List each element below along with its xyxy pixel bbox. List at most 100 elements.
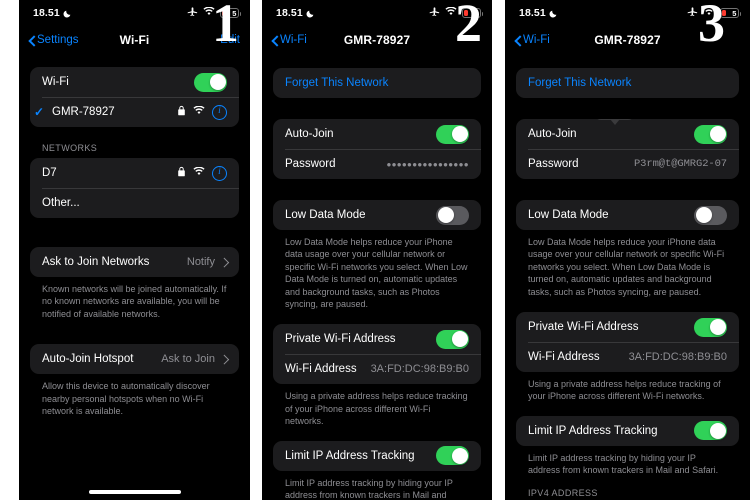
private-wifi-address-row[interactable]: Private Wi-Fi Address (273, 324, 481, 354)
step-number-2: 2 (455, 0, 482, 53)
private-wifi-address-row[interactable]: Private Wi-Fi Address (516, 312, 739, 342)
password-value: P3rm@t@GMRG2-07 (633, 158, 727, 170)
wifi-signal-icon (193, 105, 205, 118)
clock-time: 18.51 (33, 7, 60, 19)
limit-ip-tracking-row[interactable]: Limit IP Address Tracking (516, 416, 739, 446)
limit-ip-tracking-footnote: Limit IP address tracking by hiding your… (285, 477, 453, 500)
connected-network-row[interactable]: ✓ GMR-78927 i (30, 97, 239, 127)
phone-screen-2: 18.51 5 Wi-Fi GMR-78927 Forget This Netw… (262, 0, 492, 500)
private-wifi-address-label: Private Wi-Fi Address (528, 321, 639, 334)
networks-group: D7 i Other... (30, 158, 239, 218)
auto-join-label: Auto-Join (528, 128, 577, 140)
info-icon[interactable]: i (212, 104, 227, 120)
ask-to-join-value: Notify (186, 256, 215, 268)
home-indicator[interactable] (88, 490, 181, 494)
private-wifi-address-toggle[interactable] (694, 317, 727, 337)
low-data-mode-toggle[interactable] (436, 205, 469, 225)
wifi-address-label: Wi-Fi Address (285, 363, 357, 376)
auto-join-row[interactable]: Auto-Join (273, 119, 481, 149)
auto-join-toggle[interactable] (694, 124, 727, 144)
settings-content: Forget This Network Auto-Join Password •… (262, 68, 492, 500)
wifi-label: Wi-Fi (42, 76, 69, 88)
forget-network-row[interactable]: Forget This Network (273, 68, 481, 98)
low-data-mode-group: Low Data Mode (273, 200, 481, 230)
low-data-mode-toggle[interactable] (694, 205, 727, 225)
airplane-mode-icon (687, 6, 698, 20)
back-button-wifi[interactable]: Wi-Fi (272, 34, 307, 46)
network-row-d7[interactable]: D7 i (30, 158, 239, 188)
low-data-mode-row[interactable]: Low Data Mode (516, 200, 739, 230)
password-row[interactable]: Password •••••••••••••••• (273, 149, 481, 179)
lock-icon (177, 105, 186, 119)
clock-time: 18.51 (276, 7, 303, 19)
networks-section-header: NETWORKS (42, 143, 98, 153)
forget-network-group: Forget This Network (516, 68, 739, 98)
wifi-address-value: 3A:FD:DC:98:B9:B0 (370, 363, 469, 376)
back-button-label: Wi-Fi (523, 34, 550, 46)
chevron-left-icon (515, 35, 521, 45)
auto-join-password-group: Auto-Join Password •••••••••••••••• (273, 119, 481, 179)
wifi-address-row[interactable]: Wi-Fi Address 3A:FD:DC:98:B9:B0 (516, 342, 739, 372)
auto-join-toggle[interactable] (436, 124, 469, 144)
crescent-moon-icon (63, 9, 72, 18)
clock-time: 18.51 (519, 7, 546, 19)
auto-join-label: Auto-Join (285, 128, 334, 140)
crescent-moon-icon (549, 9, 558, 18)
ask-to-join-label: Ask to Join Networks (42, 256, 150, 268)
private-wifi-address-label: Private Wi-Fi Address (285, 333, 396, 346)
auto-join-hotspot-label: Auto-Join Hotspot (42, 353, 134, 366)
settings-content: Wi-Fi ✓ GMR-78927 i NETWORKS D7 i Other.… (19, 67, 250, 417)
limit-ip-tracking-group: Limit IP Address Tracking (273, 440, 481, 471)
chevron-right-icon (221, 354, 227, 364)
ipv4-section-header: IPV4 ADDRESS (528, 487, 598, 498)
checkmark-icon: ✓ (34, 105, 45, 119)
low-data-mode-footnote: Low Data Mode helps reduce your iPhone d… (528, 237, 725, 297)
private-wifi-address-toggle[interactable] (436, 329, 469, 349)
limit-ip-tracking-toggle[interactable] (436, 446, 469, 466)
wifi-toggle[interactable] (194, 72, 227, 92)
ask-to-join-footnote: Known networks will be joined automatica… (42, 284, 227, 319)
network-name: D7 (42, 167, 57, 179)
private-wifi-address-footnote: Using a private address helps reduce tra… (528, 379, 721, 402)
forget-network-label: Forget This Network (285, 77, 389, 89)
limit-ip-tracking-label: Limit IP Address Tracking (285, 449, 415, 462)
status-bar-time-group: 18.51 (33, 7, 72, 19)
battery-percent-label: 5 (732, 8, 737, 18)
limit-ip-tracking-toggle[interactable] (694, 421, 727, 441)
chevron-left-icon (29, 35, 35, 45)
wifi-address-row[interactable]: Wi-Fi Address 3A:FD:DC:98:B9:B0 (273, 354, 481, 384)
phone-screen-3: 18.51 5 Wi-Fi GMR-78927 Forget This Netw… (505, 0, 750, 500)
wifi-group: Wi-Fi ✓ GMR-78927 i (30, 67, 239, 127)
password-label: Password (528, 158, 579, 170)
back-button-wifi[interactable]: Wi-Fi (515, 34, 550, 46)
wifi-settings-screen: 18.51 5 Settings Wi-Fi Edit Wi-Fi ✓ GMR-… (19, 0, 250, 500)
lock-icon (177, 166, 186, 180)
wifi-toggle-row[interactable]: Wi-Fi (30, 67, 239, 97)
other-label: Other... (42, 197, 80, 209)
limit-ip-tracking-row[interactable]: Limit IP Address Tracking (273, 441, 481, 471)
airplane-mode-icon (187, 6, 198, 20)
auto-join-row[interactable]: Auto-Join (516, 119, 739, 149)
low-data-mode-row[interactable]: Low Data Mode (273, 200, 481, 230)
back-button-settings[interactable]: Settings (29, 34, 79, 46)
low-data-mode-label: Low Data Mode (528, 209, 609, 221)
auto-join-hotspot-row[interactable]: Auto-Join Hotspot Ask to Join (30, 344, 239, 374)
forget-network-label: Forget This Network (528, 77, 632, 89)
wifi-address-label: Wi-Fi Address (528, 351, 600, 364)
status-bar-time-group: 18.51 (519, 7, 558, 19)
chevron-right-icon (221, 257, 227, 267)
limit-ip-tracking-label: Limit IP Address Tracking (528, 424, 658, 437)
crescent-moon-icon (306, 9, 315, 18)
forget-network-row[interactable]: Forget This Network (516, 68, 739, 98)
ask-to-join-networks-row[interactable]: Ask to Join Networks Notify (30, 247, 239, 277)
password-row[interactable]: Password P3rm@t@GMRG2-07 (516, 149, 739, 179)
ask-to-join-group: Ask to Join Networks Notify (30, 247, 239, 277)
private-wifi-address-group: Private Wi-Fi Address Wi-Fi Address 3A:F… (516, 312, 739, 373)
back-button-label: Wi-Fi (280, 34, 307, 46)
network-detail-screen-password-revealed: 18.51 5 Wi-Fi GMR-78927 Forget This Netw… (505, 0, 750, 500)
other-network-row[interactable]: Other... (30, 188, 239, 218)
copy-tooltip[interactable]: Copy (594, 119, 636, 125)
wifi-signal-icon (193, 166, 205, 179)
screenshot-stage: 18.51 5 Settings Wi-Fi Edit Wi-Fi ✓ GMR-… (0, 0, 750, 500)
info-icon[interactable]: i (212, 165, 227, 181)
